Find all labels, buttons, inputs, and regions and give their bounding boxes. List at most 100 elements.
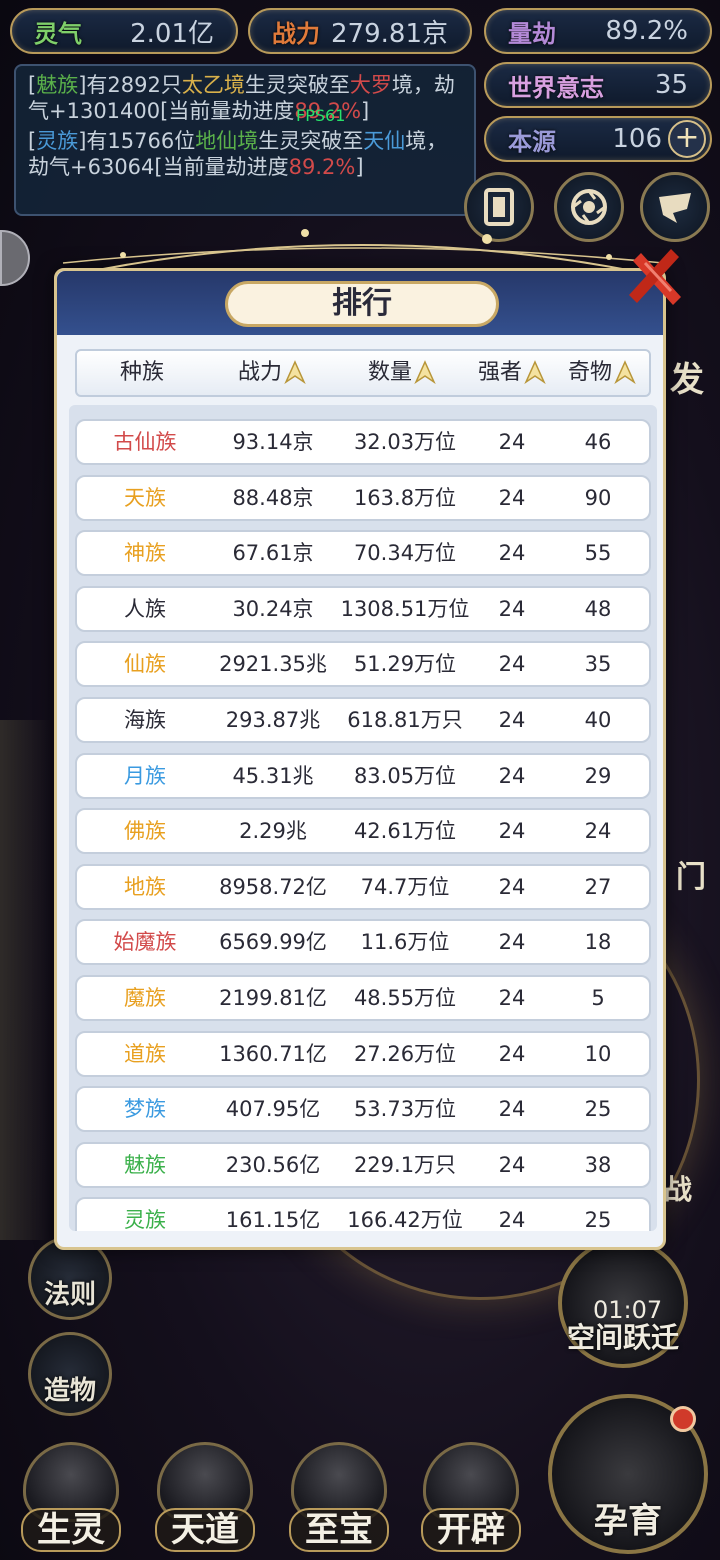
cell-power: 88.48京 xyxy=(232,485,314,510)
stat-lingqi-value: 2.01亿 xyxy=(130,18,214,49)
cell-race: 人族 xyxy=(124,596,166,621)
cell-power: 30.24京 xyxy=(232,596,314,621)
cell-power: 1360.71亿 xyxy=(219,1041,327,1066)
cell-count: 51.29万位 xyxy=(353,652,457,677)
add-benyuan-button[interactable]: + xyxy=(668,120,706,158)
tab-tiandao[interactable]: 天道 xyxy=(146,1432,264,1552)
left-edge-tab[interactable] xyxy=(0,230,30,286)
stat-benyuan-value: 106 xyxy=(612,124,662,154)
cell-items: 5 xyxy=(591,986,605,1010)
sort-arrow-icon xyxy=(284,360,306,385)
ranking-list[interactable]: 古仙族 93.14京 32.03万位 24 46 天族 88.48京 163.8万位 24 90 神… xyxy=(69,405,657,1231)
cell-power: 2199.81亿 xyxy=(219,986,327,1010)
cell-strong: 24 xyxy=(498,485,526,510)
stat-liangjie-label: 量劫 xyxy=(508,19,556,48)
stat-lingqi: 灵气 2.01亿 xyxy=(10,8,238,54)
cell-items: 48 xyxy=(584,596,612,621)
cell-race: 地族 xyxy=(124,874,166,899)
table-row[interactable]: 古仙族 93.14京 32.03万位 24 46 xyxy=(75,419,651,465)
close-icon xyxy=(629,249,681,305)
table-row[interactable]: 海族 293.87兆 618.81万只 24 40 xyxy=(75,697,651,743)
cell-strong: 24 xyxy=(498,541,526,566)
cell-strong: 24 xyxy=(498,763,526,788)
log-line-2: [灵族]有15766位地仙境生灵突破至天仙境，劫气+63064[当前量劫进度89… xyxy=(28,129,448,179)
table-row[interactable]: 天族 88.48京 163.8万位 24 90 xyxy=(75,474,651,521)
cell-race: 神族 xyxy=(124,541,166,566)
sort-arrow-icon xyxy=(414,360,436,385)
cell-power: 93.14京 xyxy=(232,430,314,454)
cell-race: 魅族 xyxy=(124,1152,166,1177)
tab-shengling[interactable]: 生灵 xyxy=(12,1432,130,1552)
cell-strong: 24 xyxy=(498,930,526,955)
cell-strong: 24 xyxy=(498,1097,526,1122)
cell-count: 42.61万位 xyxy=(353,819,457,844)
table-row[interactable]: 人族 30.24京 1308.51万位 24 48 xyxy=(75,585,651,632)
cell-strong: 24 xyxy=(498,430,526,454)
cell-count: 229.1万只 xyxy=(353,1152,457,1177)
cell-strong: 24 xyxy=(498,1041,526,1066)
cell-strong: 24 xyxy=(498,1152,526,1177)
stat-benyuan-label: 本源 xyxy=(508,127,556,156)
close-button[interactable] xyxy=(623,245,689,311)
col-count[interactable]: 数量 xyxy=(347,351,457,395)
cell-race: 魔族 xyxy=(124,986,166,1010)
stat-zhanli-label: 战力 xyxy=(272,19,320,48)
space-jump-timer: 01:07 xyxy=(593,1296,663,1324)
cell-count: 48.55万位 xyxy=(353,986,457,1010)
table-row[interactable]: 始魔族 6569.99亿 11.6万位 24 18 xyxy=(75,919,651,966)
cell-items: 27 xyxy=(584,874,612,899)
table-row[interactable]: 神族 67.61京 70.34万位 24 55 xyxy=(75,530,651,577)
cell-count: 74.7万位 xyxy=(360,874,450,899)
cell-power: 67.61京 xyxy=(232,541,314,566)
tab-kaipi[interactable]: 开辟 xyxy=(412,1432,530,1552)
stat-zhanli: 战力 279.81京 xyxy=(248,8,472,54)
fps-counter: FPS61 xyxy=(296,106,346,125)
table-row[interactable]: 灵族 161.15亿 166.42万位 24 25 xyxy=(75,1197,651,1231)
table-row[interactable]: 梦族 407.95亿 53.73万位 24 25 xyxy=(75,1086,651,1133)
stat-world-will-value: 35 xyxy=(654,70,688,100)
table-row[interactable]: 仙族 2921.35兆 51.29万位 24 35 xyxy=(75,641,651,688)
cell-count: 163.8万位 xyxy=(353,485,457,510)
yunyu-label: 孕育 xyxy=(594,1501,662,1541)
cell-count: 27.26万位 xyxy=(353,1041,457,1066)
cell-count: 11.6万位 xyxy=(360,930,450,955)
cell-race: 道族 xyxy=(124,1041,166,1066)
zaowu-button[interactable]: 造物 xyxy=(28,1332,112,1416)
col-power[interactable]: 战力 xyxy=(217,351,327,395)
table-row[interactable]: 魅族 230.56亿 229.1万只 24 38 xyxy=(75,1141,651,1188)
cell-power: 2921.35兆 xyxy=(219,652,327,677)
right-side-label-3: 战 xyxy=(664,1173,693,1206)
cell-items: 18 xyxy=(584,930,612,955)
stat-zhanli-value: 279.81京 xyxy=(331,18,448,49)
cell-items: 35 xyxy=(584,652,612,677)
notification-dot xyxy=(670,1406,696,1432)
cell-items: 24 xyxy=(584,819,612,844)
col-strong[interactable]: 强者 xyxy=(469,351,555,395)
cell-count: 1308.51万位 xyxy=(340,596,470,621)
cell-items: 25 xyxy=(584,1208,612,1231)
tab-zhibao[interactable]: 至宝 xyxy=(280,1432,398,1552)
table-row[interactable]: 魔族 2199.81亿 48.55万位 24 5 xyxy=(75,975,651,1021)
table-row[interactable]: 道族 1360.71亿 27.26万位 24 10 xyxy=(75,1030,651,1077)
cell-race: 古仙族 xyxy=(113,430,177,454)
cell-items: 29 xyxy=(584,763,612,788)
cell-race: 梦族 xyxy=(124,1097,166,1122)
cell-items: 46 xyxy=(584,430,612,454)
table-row[interactable]: 地族 8958.72亿 74.7万位 24 27 xyxy=(75,863,651,910)
sort-arrow-icon xyxy=(614,360,636,385)
cell-items: 90 xyxy=(584,485,612,510)
table-row[interactable]: 佛族 2.29兆 42.61万位 24 24 xyxy=(75,808,651,855)
ranking-modal: 排行 种族 战力 数量 强者 奇物 古仙族 93.14京 32.03万位 24 46 天族… xyxy=(54,229,681,1250)
log-line-1: [魅族]有2892只太乙境生灵突破至大罗境，劫气+1301400[当前量劫进度8… xyxy=(28,73,455,123)
cell-strong: 24 xyxy=(498,986,526,1010)
cell-race: 佛族 xyxy=(124,819,166,844)
stat-liangjie[interactable]: 量劫 89.2% xyxy=(484,8,712,54)
col-items[interactable]: 奇物 xyxy=(559,351,645,395)
table-row[interactable]: 月族 45.31兆 83.05万位 24 29 xyxy=(75,752,651,799)
stat-world-will[interactable]: 世界意志 35 xyxy=(484,62,712,108)
card-icon xyxy=(484,188,514,226)
cell-race: 仙族 xyxy=(124,652,166,677)
stat-world-will-label: 世界意志 xyxy=(508,73,604,102)
cell-count: 166.42万位 xyxy=(347,1208,463,1231)
column-header: 种族 战力 数量 强者 奇物 xyxy=(75,349,651,397)
